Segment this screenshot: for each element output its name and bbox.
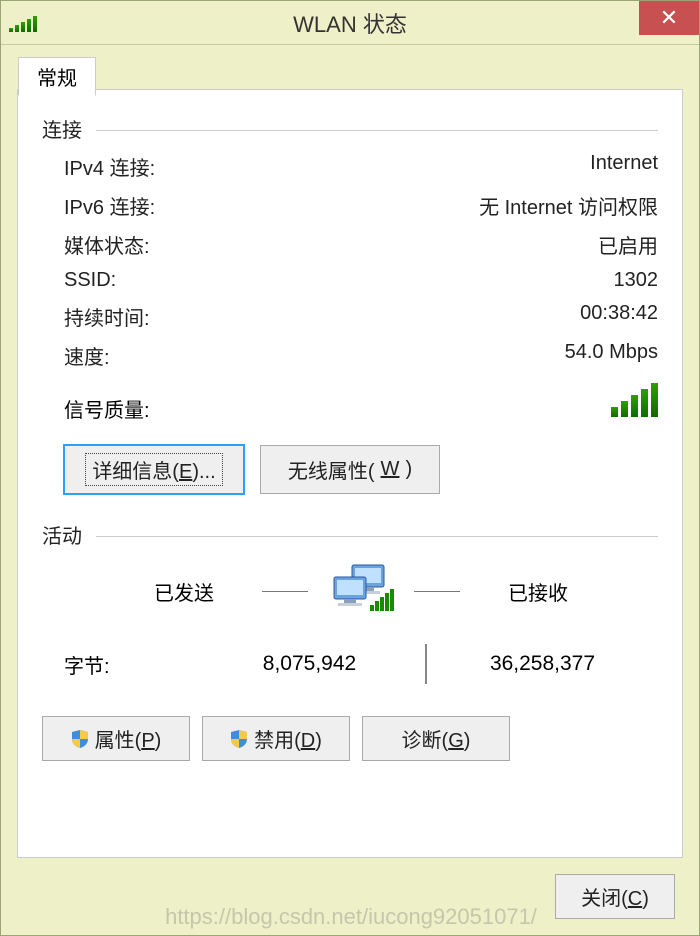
wireless-properties-button[interactable]: 无线属性( W)	[260, 445, 440, 494]
label-sent: 已发送	[124, 577, 244, 606]
window-close-button[interactable]: ✕	[639, 1, 699, 35]
row-ssid: SSID: 1302	[42, 264, 658, 297]
row-media: 媒体状态: 已启用	[42, 225, 658, 264]
details-button[interactable]: 详细信息(E)...	[64, 445, 244, 494]
uac-shield-icon	[71, 729, 89, 749]
dash-right	[414, 591, 460, 592]
label-received: 已接收	[478, 577, 598, 606]
activity-header: 已发送	[64, 563, 658, 619]
close-access-key: C	[628, 888, 642, 910]
details-button-prefix: 详细信息(	[92, 461, 179, 483]
value-bytes-received: 36,258,377	[427, 652, 658, 676]
bytes-row: 字节: 8,075,942 36,258,377	[64, 619, 658, 694]
label-ssid: SSID:	[64, 269, 116, 292]
disable-button[interactable]: 禁用(D)	[202, 716, 350, 761]
wireless-button-prefix: 无线属性(	[288, 455, 375, 484]
label-speed: 速度:	[64, 341, 110, 370]
activity-grid: 已发送	[42, 563, 658, 694]
disable-prefix: 禁用(	[254, 730, 301, 752]
section-activity-title: 活动	[42, 520, 658, 549]
value-ipv4: Internet	[590, 152, 658, 181]
properties-access-key: P	[141, 730, 154, 752]
properties-prefix: 属性(	[95, 730, 142, 752]
connection-buttons: 详细信息(E)... 无线属性( W)	[42, 429, 658, 502]
details-button-suffix: )...	[192, 461, 215, 483]
tab-panel: 常规 连接 IPv4 连接: Internet IPv6 连接: 无 Inter…	[17, 89, 683, 858]
wlan-signal-icon	[9, 15, 37, 38]
value-duration: 00:38:42	[580, 302, 658, 331]
diagnose-button[interactable]: 诊断(G)	[362, 716, 510, 761]
row-ipv4: IPv4 连接: Internet	[42, 147, 658, 186]
wlan-status-window: WLAN 状态 ✕ 常规 连接 IPv4 连接: Internet IPv6 连…	[0, 0, 700, 936]
content-area: 常规 连接 IPv4 连接: Internet IPv6 连接: 无 Inter…	[1, 45, 699, 935]
uac-shield-icon	[230, 729, 248, 749]
tab-general[interactable]: 常规	[18, 57, 96, 96]
dash-left	[262, 591, 308, 592]
disable-suffix: )	[315, 730, 322, 752]
network-computers-icon	[326, 563, 396, 619]
diagnose-prefix: 诊断(	[402, 730, 449, 752]
value-ssid: 1302	[614, 269, 659, 292]
label-bytes: 字节:	[64, 650, 194, 679]
window-title: WLAN 状态	[1, 7, 699, 39]
wireless-access-key: W	[381, 458, 400, 481]
diagnose-suffix: )	[464, 730, 471, 752]
titlebar: WLAN 状态 ✕	[1, 1, 699, 45]
properties-suffix: )	[155, 730, 162, 752]
close-button[interactable]: 关闭(C)	[555, 874, 675, 919]
close-suffix: )	[642, 888, 649, 910]
value-ipv6: 无 Internet 访问权限	[479, 191, 658, 220]
close-prefix: 关闭(	[581, 888, 628, 910]
disable-access-key: D	[301, 730, 315, 752]
signal-strength-icon	[611, 381, 658, 423]
row-signal: 信号质量:	[42, 375, 658, 429]
diagnose-access-key: G	[448, 730, 464, 752]
value-speed: 54.0 Mbps	[565, 341, 658, 370]
label-ipv6: IPv6 连接:	[64, 191, 155, 220]
row-duration: 持续时间: 00:38:42	[42, 297, 658, 336]
value-media: 已启用	[598, 230, 658, 259]
dialog-footer: 关闭(C)	[17, 874, 683, 919]
label-signal: 信号质量:	[64, 394, 150, 423]
label-duration: 持续时间:	[64, 302, 150, 331]
tab-header: 常规	[18, 56, 96, 95]
activity-buttons: 属性(P) 禁用(D) 诊断(G)	[42, 716, 658, 761]
label-ipv4: IPv4 连接:	[64, 152, 155, 181]
row-speed: 速度: 54.0 Mbps	[42, 336, 658, 375]
properties-button[interactable]: 属性(P)	[42, 716, 190, 761]
value-bytes-sent: 8,075,942	[194, 652, 425, 676]
close-icon: ✕	[660, 5, 678, 31]
details-access-key: E	[179, 461, 192, 483]
section-connection-title: 连接	[42, 114, 658, 143]
label-media: 媒体状态:	[64, 230, 150, 259]
row-ipv6: IPv6 连接: 无 Internet 访问权限	[42, 186, 658, 225]
wireless-button-suffix: )	[405, 458, 412, 481]
